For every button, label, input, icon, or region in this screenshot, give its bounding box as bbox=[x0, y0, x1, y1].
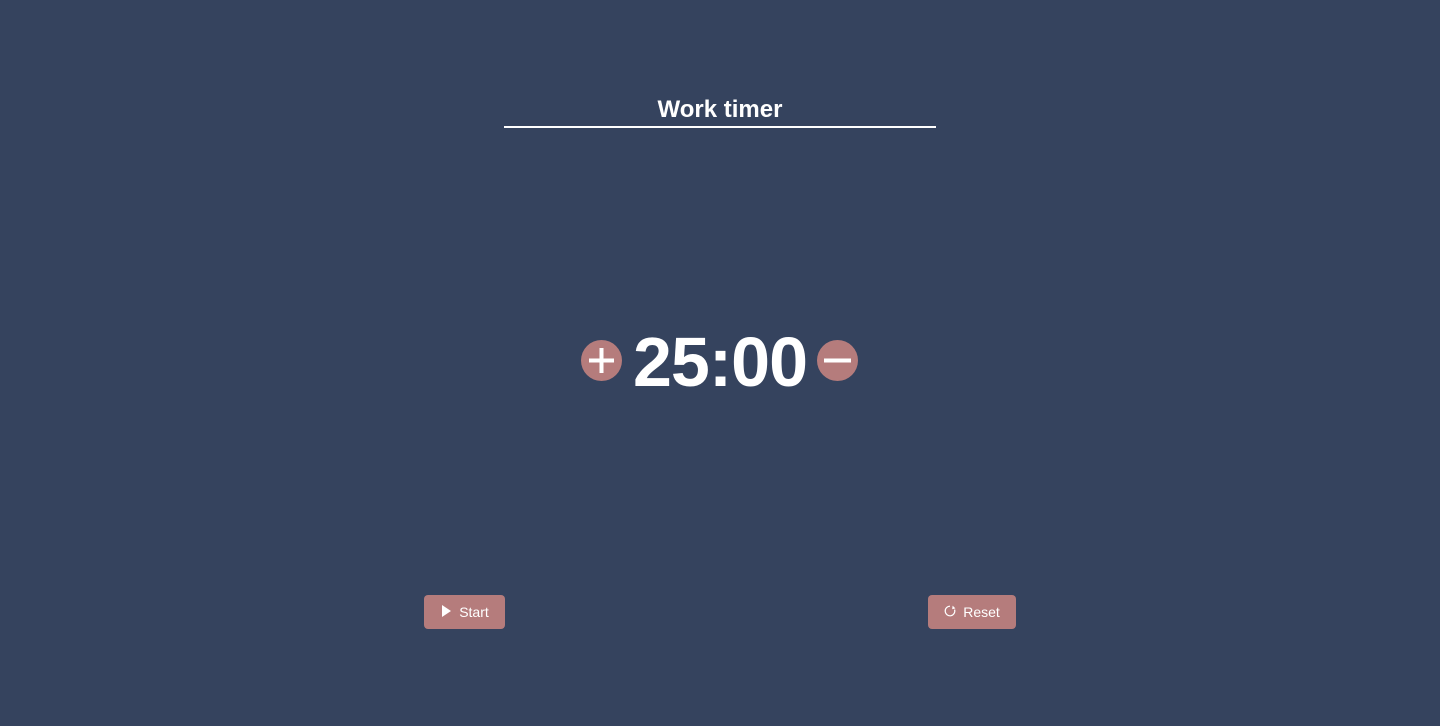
page-title: Work timer bbox=[657, 96, 783, 123]
reset-label: Reset bbox=[963, 604, 1000, 620]
reset-button[interactable]: Reset bbox=[928, 595, 1016, 629]
start-button[interactable]: Start bbox=[424, 595, 505, 629]
timer-row: 25:00 bbox=[0, 318, 1440, 402]
plus-icon bbox=[589, 348, 614, 373]
start-label: Start bbox=[459, 604, 489, 620]
play-icon bbox=[440, 605, 452, 617]
minus-icon bbox=[824, 358, 851, 363]
increase-time-button[interactable] bbox=[581, 340, 622, 381]
refresh-icon bbox=[944, 605, 956, 617]
timer-display: 25:00 bbox=[632, 323, 808, 401]
decrease-time-button[interactable] bbox=[817, 340, 858, 381]
title-underline: Work timer bbox=[504, 96, 936, 128]
